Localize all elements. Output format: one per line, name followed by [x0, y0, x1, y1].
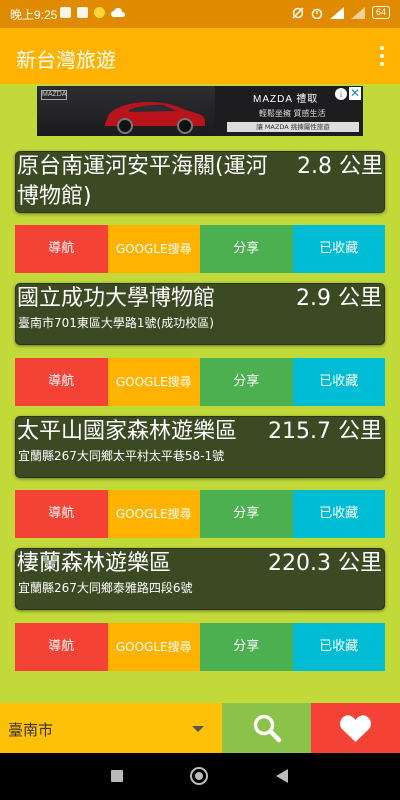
google-search-button[interactable]: GOOGLE搜尋: [107, 623, 200, 671]
region-label: 臺南市: [8, 721, 54, 739]
ad-tagline: 輕鬆坐擁 質感生活: [259, 109, 326, 118]
place-card[interactable]: 國立成功大學博物館 2.9 公里 臺南市701東區大學路1號(成功校區): [15, 283, 385, 345]
app-title: 新台灣旅遊: [16, 48, 116, 72]
overflow-menu-icon[interactable]: [378, 46, 386, 66]
car-icon: [105, 101, 205, 134]
back-icon[interactable]: [276, 769, 288, 783]
battery-icon: 64: [371, 6, 390, 19]
cloud-icon: [111, 7, 125, 17]
navigate-button[interactable]: 導航: [15, 490, 108, 538]
favorited-button[interactable]: 已收藏: [292, 623, 385, 671]
place-address: 宜蘭縣267大同鄉太平村太平巷58-1號: [18, 449, 225, 463]
share-button[interactable]: 分享: [200, 225, 293, 273]
place-actions: 導航 GOOGLE搜尋 分享 已收藏: [15, 225, 385, 273]
app-bar: 新台灣旅遊: [0, 28, 400, 84]
share-button[interactable]: 分享: [200, 490, 293, 538]
navigate-button[interactable]: 導航: [15, 225, 108, 273]
google-search-button[interactable]: GOOGLE搜尋: [107, 490, 200, 538]
alarm-icon: [311, 8, 323, 19]
heart-icon: [339, 715, 372, 742]
calendar-icon: [77, 7, 88, 18]
dropdown-arrow-icon: [192, 726, 204, 732]
bottom-bar: 臺南市: [0, 703, 400, 753]
region-dropdown[interactable]: 臺南市: [0, 703, 222, 753]
place-actions: 導航 GOOGLE搜尋 分享 已收藏: [15, 358, 385, 406]
google-search-button[interactable]: GOOGLE搜尋: [107, 225, 200, 273]
ad-image: MAZDA: [37, 86, 215, 136]
navigate-button[interactable]: 導航: [15, 623, 108, 671]
place-distance: 215.7 公里: [268, 419, 382, 444]
place-card[interactable]: 棲蘭森林遊樂區 220.3 公里 宜蘭縣267大同鄉泰雅路四段6號: [15, 548, 385, 610]
search-button[interactable]: [222, 703, 311, 753]
favorited-button[interactable]: 已收藏: [292, 490, 385, 538]
notification-dot-icon: [94, 7, 105, 18]
status-time: 晚上9:25: [10, 8, 58, 22]
place-name: 國立成功大學博物館: [17, 286, 216, 311]
share-button[interactable]: 分享: [200, 358, 293, 406]
status-notification-icons: [60, 7, 125, 18]
ad-brand: MAZDA 禮取: [253, 94, 319, 105]
place-distance: 2.9 公里: [296, 286, 382, 311]
shield-icon: [60, 7, 71, 18]
place-actions: 導航 GOOGLE搜尋 分享 已收藏: [15, 490, 385, 538]
mute-icon: [292, 6, 304, 19]
status-bar: 晚上9:25 64: [0, 0, 400, 28]
place-distance: 2.8 公里: [297, 154, 383, 179]
share-button[interactable]: 分享: [200, 623, 293, 671]
place-name: 棲蘭森林遊樂區: [17, 551, 172, 576]
place-name-line2: 博物館): [17, 184, 92, 209]
recents-icon[interactable]: [111, 770, 123, 782]
favorites-button[interactable]: [311, 703, 400, 753]
place-address: 宜蘭縣267大同鄉泰雅路四段6號: [18, 581, 193, 595]
place-actions: 導航 GOOGLE搜尋 分享 已收藏: [15, 623, 385, 671]
search-icon: [253, 714, 282, 743]
home-icon[interactable]: [190, 767, 208, 785]
place-name: 太平山國家森林遊樂區: [17, 419, 238, 444]
favorited-button[interactable]: 已收藏: [292, 358, 385, 406]
favorited-button[interactable]: 已收藏: [292, 225, 385, 273]
system-nav-bar: [0, 753, 400, 800]
place-address: 臺南市701東區大學路1號(成功校區): [18, 316, 214, 330]
place-card[interactable]: 太平山國家森林遊樂區 215.7 公里 宜蘭縣267大同鄉太平村太平巷58-1號: [15, 416, 385, 478]
ad-banner[interactable]: MAZDA MAZDA 禮取 輕鬆坐擁 質感生活 i ✕ 讓 MAZDA 挑揀屬…: [37, 86, 363, 136]
ad-logo: MAZDA: [41, 90, 67, 100]
ad-info-icon[interactable]: i: [335, 88, 347, 100]
signal-icon-2: [350, 6, 365, 19]
ad-close-icon[interactable]: ✕: [349, 87, 361, 100]
ad-cta-text: 讓 MAZDA 挑揀屬性旅遊: [227, 122, 359, 132]
navigate-button[interactable]: 導航: [15, 358, 108, 406]
google-search-button[interactable]: GOOGLE搜尋: [107, 358, 200, 406]
status-system-icons: 64: [292, 6, 390, 19]
place-distance: 220.3 公里: [268, 551, 382, 576]
signal-icon: [329, 6, 344, 19]
